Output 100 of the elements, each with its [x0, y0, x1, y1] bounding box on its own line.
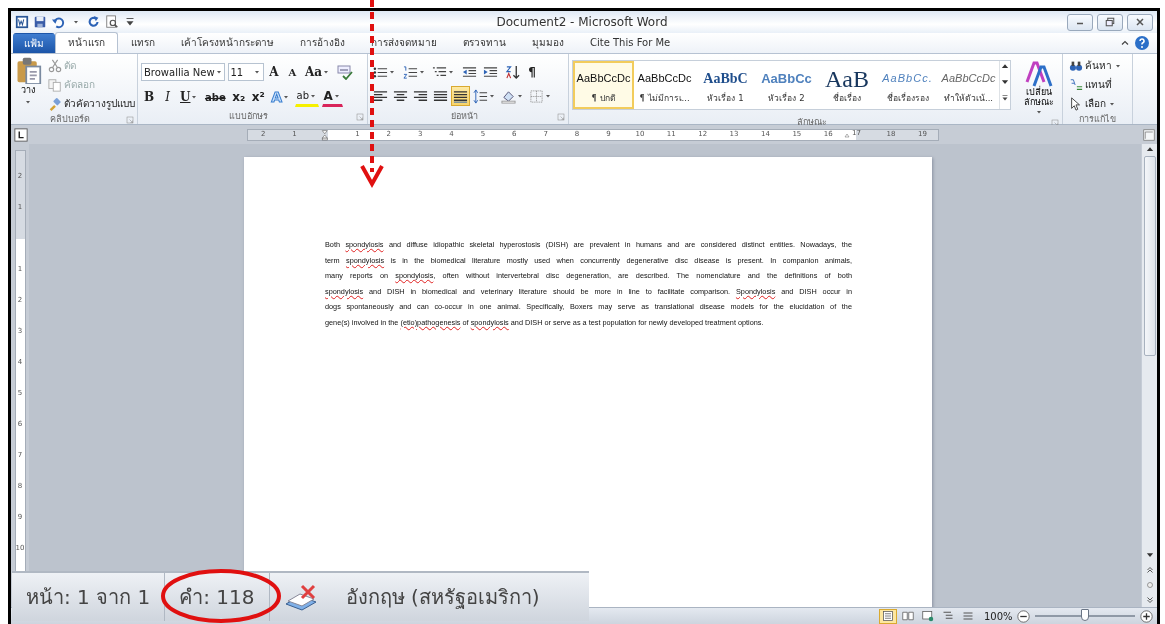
replace-button[interactable]: แทนที่ [1066, 75, 1125, 94]
font-size-field[interactable]: 11 [227, 63, 264, 81]
justify-icon [433, 88, 448, 104]
indent-icon [483, 64, 498, 80]
paint-bucket-icon [501, 88, 516, 104]
ribbon-tab[interactable]: การส่งจดหมาย [358, 32, 450, 53]
select-button[interactable]: เลือก [1066, 94, 1125, 113]
scrollbar-thumb[interactable] [1143, 156, 1156, 356]
align-center-icon [393, 88, 408, 104]
zoom-out-button[interactable] [1017, 609, 1030, 623]
print-view-button[interactable] [878, 608, 897, 624]
page-count[interactable]: หน้า: 1 จาก 1 [26, 582, 151, 612]
cursor-icon [1069, 96, 1083, 111]
caret-icon [72, 18, 80, 26]
letters-icon [1025, 60, 1053, 88]
next-page-button[interactable] [1144, 594, 1155, 605]
caret-icon [214, 68, 223, 76]
help-button[interactable] [1133, 33, 1151, 53]
restore-button[interactable] [1097, 13, 1123, 31]
close-icon [1134, 16, 1146, 28]
strike-button[interactable]: abe [202, 87, 228, 107]
scissors-icon [48, 58, 62, 73]
redo-icon [87, 15, 101, 29]
launcher-icon [557, 113, 565, 121]
sort-icon [504, 64, 520, 80]
align-distributed-button[interactable] [451, 86, 470, 106]
replace-icon [1069, 77, 1083, 92]
find-button[interactable]: ค้นหา [1066, 56, 1125, 75]
save-icon [33, 15, 47, 29]
double-chevron-up-icon [1144, 564, 1155, 575]
ribbon-tab[interactable]: แทรก [118, 32, 168, 53]
word-app-button[interactable] [15, 13, 29, 31]
copy-icon [48, 77, 62, 92]
painter-button[interactable]: ตัวคัดวางรูปแบบ [45, 94, 138, 113]
underline-button[interactable]: U [178, 87, 201, 107]
web-page-icon [921, 610, 934, 622]
window-title: Document2 - Microsoft Word [495, 14, 669, 31]
group-label: ย่อหน้า [450, 110, 478, 124]
caret-icon [190, 93, 199, 101]
borders-icon [529, 88, 544, 104]
caret-icon [516, 92, 524, 100]
ribbon-tab[interactable]: เค้าโครงหน้ากระดาษ [168, 32, 287, 53]
outdent-icon [461, 64, 477, 80]
font-name-field[interactable]: Browallia New [141, 63, 225, 81]
paste-button[interactable]: วาง [14, 56, 42, 106]
ruler-icon [1142, 128, 1155, 141]
language-indicator[interactable]: อังกฤษ (สหรัฐอเมริกา) [345, 582, 540, 612]
print-preview-button[interactable] [105, 13, 119, 31]
page-icon [881, 610, 894, 622]
style-preset[interactable]: AaBbCcDc ¶ ปกติ [573, 61, 634, 109]
zoom-slider-thumb[interactable] [1081, 609, 1089, 621]
minus-icon [1017, 609, 1030, 623]
style-preset[interactable]: AaBbCcDc ทำให้ตัวเน้... [938, 61, 999, 109]
ribbon-tab[interactable]: หน้าแรก [55, 32, 118, 53]
align-right-icon [413, 88, 428, 104]
outline-icon [941, 610, 954, 622]
word-count[interactable]: คำ: 118 [179, 582, 255, 612]
style-preset[interactable]: AaBbC หัวเรื่อง 1 [695, 61, 756, 109]
sub-button[interactable]: x₂ [230, 87, 248, 107]
group-label: คลิปบอร์ด [50, 113, 90, 126]
align-left-icon [373, 88, 388, 104]
ribbon-tab[interactable]: มุมมอง [519, 32, 577, 53]
open-book-icon [901, 610, 914, 622]
zoom-percent[interactable]: 100% [983, 608, 1013, 624]
highlight-button[interactable]: ab [294, 87, 319, 107]
indent-marker-icon[interactable] [320, 127, 331, 142]
style-preset[interactable]: AaB ชื่อเรื่อง [817, 61, 877, 109]
zoom-in-button[interactable] [1140, 609, 1153, 623]
spelling-button[interactable] [334, 62, 355, 82]
double-chevron-down-icon [1144, 594, 1155, 605]
caret-icon [252, 68, 261, 76]
show-formatting-button[interactable]: ¶ [524, 62, 540, 82]
style-preset[interactable]: AaBbCc. ชื่อเรื่องรอง [877, 61, 938, 109]
lines-icon [961, 610, 974, 622]
italic-button[interactable]: I [159, 87, 176, 107]
shrink-button[interactable]: A [284, 62, 301, 82]
style-preset[interactable]: AaBbCcDc ¶ ไม่มีการเ... [634, 61, 695, 109]
file-tab[interactable]: แฟ้ม [13, 33, 55, 53]
plus-icon [1140, 609, 1153, 623]
undo-icon [51, 15, 65, 29]
group-label: การแก้ไข [1079, 113, 1116, 126]
numbered-list-icon [402, 64, 418, 80]
ribbon-tab[interactable]: Cite This For Me [577, 32, 684, 53]
grow-button[interactable]: A [266, 62, 282, 82]
group-label: ลักษณะ [796, 115, 827, 129]
previous-page-button[interactable] [1144, 564, 1155, 575]
caret-icon [309, 92, 317, 100]
ribbon-tab[interactable]: ตรวจทาน [450, 32, 519, 53]
caret-icon [1000, 93, 1010, 103]
change-styles-button[interactable]: เปลี่ยน ลักษณะ [1019, 60, 1059, 116]
caret-icon [282, 93, 290, 101]
color-button[interactable]: A [321, 87, 343, 107]
case-button[interactable]: Aa [303, 62, 333, 82]
bold-button[interactable]: B [141, 87, 157, 107]
caret-icon [417, 68, 426, 76]
sup-button[interactable]: x² [249, 87, 267, 107]
close-button[interactable] [1127, 13, 1153, 31]
style-preset[interactable]: AaBbCc หัวเรื่อง 2 [756, 61, 817, 109]
tab-selector-button[interactable] [13, 127, 28, 142]
ribbon-tab[interactable]: การอ้างอิง [287, 32, 358, 53]
